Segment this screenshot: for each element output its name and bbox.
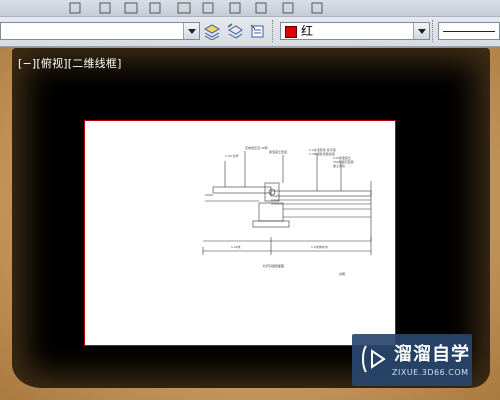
layer-state-icon [250,24,264,38]
dimension-label: 1.20米 [231,244,241,249]
note-label: 说明 [339,271,345,276]
linetype-combo[interactable] [438,22,500,40]
cad-drawing: 1:20 栏杆 花岗岩压顶 30厚 素混凝土垫层 1:2水泥砂浆 找平层 1:3… [202,145,372,276]
color-combo[interactable]: 红 [280,22,430,40]
annotation-label: 素混凝土垫层 [269,149,287,154]
dimension-label: 1.2米排水沟 [311,244,328,249]
watermark-title: 溜溜自学 [394,344,470,365]
top-toolbar-icons[interactable] [0,0,500,16]
layer-manager-button[interactable] [202,22,222,41]
property-toolbar: 红 [0,0,500,47]
annotation-label: 1:3水泥砂浆结合层 [309,151,335,156]
toolbar-separator [272,20,277,42]
color-swatch [285,26,297,38]
annotation-label: 1:20 栏杆 [225,153,239,158]
annotation-label: 花岗岩压顶 30厚 [245,145,268,150]
layer-stack-icon [203,24,221,40]
watermark-url: ZIXUE.3D66.COM [392,368,469,377]
watermark-badge: 溜溜自学 ZIXUE.3D66.COM [352,334,472,386]
play-logo-icon [362,345,386,373]
layout-sheet[interactable]: 1:20 栏杆 花岗岩压顶 30厚 素混凝土垫层 1:2水泥砂浆 找平层 1:3… [84,120,396,346]
chevron-down-icon[interactable] [413,23,429,39]
toolbar-separator [432,20,437,42]
color-combo-value: 红 [301,24,314,38]
layer-previous-icon [227,23,243,39]
top-toolbar-strip [0,0,500,17]
annotation-label: 素土夯实 [333,163,345,168]
viewport-label[interactable]: [−][俯视][二维线框] [18,55,122,71]
layer-previous-button[interactable] [225,22,245,41]
chevron-down-icon[interactable] [183,23,199,39]
layer-combo[interactable] [0,22,200,40]
drawing-title: 栏杆基础剖面图 [263,263,284,268]
layer-state-button[interactable] [248,22,268,41]
